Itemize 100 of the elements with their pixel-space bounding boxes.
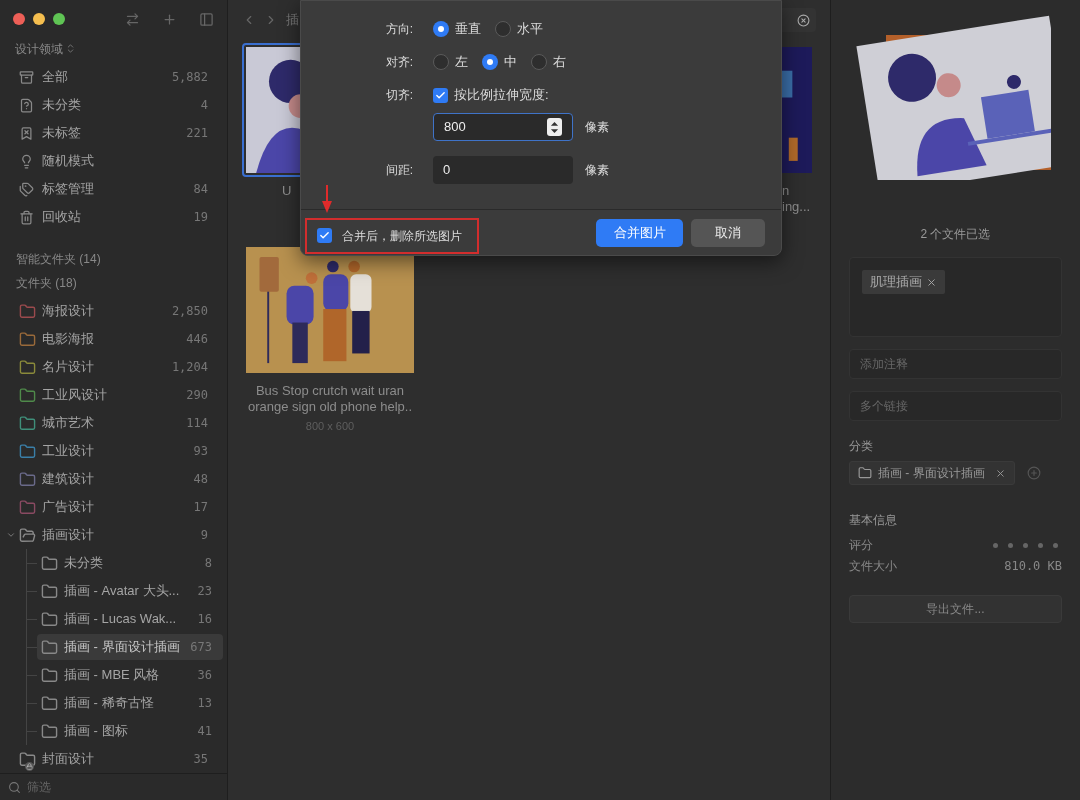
folder-icon [41, 638, 58, 656]
tags-box[interactable]: 肌理插画 [849, 257, 1062, 337]
link-field[interactable]: 多个链接 [849, 391, 1062, 421]
check-icon [319, 230, 330, 241]
radio-button[interactable] [433, 21, 449, 37]
item-count: 221 [186, 125, 208, 143]
radio-label[interactable]: 中 [504, 52, 517, 72]
info-label: 文件大小 [849, 558, 897, 575]
remove-icon[interactable] [926, 276, 937, 288]
checkbox-label[interactable]: 按比例拉伸宽度: [454, 85, 549, 105]
section-header[interactable]: 文件夹 (18) [0, 271, 93, 296]
category-chip[interactable]: 插画 - 界面设计插画 [849, 461, 1015, 485]
item-count: 673 [190, 639, 212, 657]
tag-chip[interactable]: 肌理插画 [862, 270, 945, 294]
minimize-window-icon[interactable] [33, 13, 45, 26]
item-count: 93 [193, 443, 208, 461]
folder-item[interactable]: 名片设计 [42, 357, 94, 377]
folder-item[interactable]: 插画 - Avatar 大头... [64, 581, 180, 601]
folder-icon [41, 666, 58, 684]
filter-field[interactable]: 筛选 [27, 778, 207, 797]
file-size: 810.0 KB [1004, 558, 1062, 575]
folder-icon [41, 554, 58, 572]
radio-label[interactable]: 左 [455, 52, 468, 72]
folder-item[interactable]: 插画 - 界面设计插画 [64, 637, 180, 657]
export-button[interactable]: 导出文件... [849, 595, 1062, 623]
radio-button[interactable] [433, 54, 449, 70]
radio-button[interactable] [531, 54, 547, 70]
image-caption: n [782, 183, 790, 199]
item-count: 290 [186, 387, 208, 405]
width-input[interactable]: 800 [433, 113, 573, 141]
item-count: 36 [197, 667, 212, 685]
radio-label[interactable]: 垂直 [455, 19, 481, 39]
checkbox[interactable] [433, 87, 448, 103]
clear-icon[interactable] [797, 13, 810, 27]
trash-icon [19, 209, 34, 225]
radio-label[interactable]: 右 [553, 52, 566, 72]
unit-label: 像素 [585, 119, 609, 136]
chevron-updown-icon[interactable] [65, 43, 76, 55]
folder-item[interactable]: 广告设计 [42, 497, 94, 517]
remove-icon[interactable] [994, 467, 1006, 479]
radio-button[interactable] [495, 21, 511, 37]
folder-item[interactable]: 插画 - 稀奇古怪 [64, 693, 154, 713]
checkbox-label[interactable]: 合并后，删除所选图片 [342, 226, 462, 245]
item-count: 1,204 [171, 359, 208, 377]
checkbox[interactable] [317, 228, 332, 243]
item-count: 13 [197, 695, 212, 713]
folder-item[interactable]: 插画 - MBE 风格 [64, 665, 160, 685]
section-heading: 分类 [849, 438, 874, 455]
section-header[interactable]: 智能文件夹 (14) [0, 247, 117, 272]
folder-item[interactable]: 插画 - Lucas Wak... [64, 609, 177, 629]
merge-button[interactable]: 合并图片 [596, 218, 683, 247]
folder-item[interactable]: 城市艺术 [42, 413, 94, 433]
item-count: 41 [197, 723, 212, 741]
folder-icon [41, 610, 58, 628]
field-label: 对齐: [385, 55, 413, 69]
stepper-icon[interactable] [547, 118, 562, 136]
annotation-arrow [321, 185, 333, 213]
lock-icon [25, 761, 34, 771]
question-icon [19, 97, 34, 113]
folder-icon [41, 694, 58, 712]
radio-label[interactable]: 水平 [517, 19, 543, 39]
field-label: 切齐: [385, 88, 413, 102]
item-count: 16 [197, 611, 212, 629]
radio-button[interactable] [482, 54, 498, 70]
nav-item[interactable]: 标签管理 [42, 179, 94, 199]
folder-item[interactable]: 工业设计 [42, 441, 94, 461]
folder-item[interactable]: 电影海报 [42, 329, 94, 349]
swap-arrows-icon[interactable] [125, 11, 140, 27]
search-icon [8, 780, 21, 794]
folder-item[interactable]: 海报设计 [42, 301, 94, 321]
tag-icon [19, 181, 34, 197]
image-caption: orange sign old phone help.. [247, 399, 413, 415]
library-name[interactable]: 设计领域 [15, 39, 63, 58]
field-label: 间距: [385, 163, 413, 177]
nav-item[interactable]: 随机模式 [42, 151, 94, 171]
maximize-window-icon[interactable] [53, 13, 65, 26]
close-window-icon[interactable] [13, 13, 25, 26]
folder-item[interactable]: 插画 - 图标 [64, 721, 128, 741]
item-count: 446 [186, 331, 208, 349]
item-count: 114 [186, 415, 208, 433]
folder-item[interactable]: 封面设计 [42, 749, 94, 769]
folder-item[interactable]: 插画设计 [42, 525, 94, 545]
cancel-button[interactable]: 取消 [691, 218, 765, 247]
folder-item[interactable]: 未分类 [64, 553, 103, 573]
spacing-input[interactable]: 0 [433, 156, 573, 184]
image-caption: Bus Stop crutch wait uran [255, 383, 405, 399]
nav-item[interactable]: 未标签 [42, 123, 81, 143]
folder-item[interactable]: 工业风设计 [42, 385, 107, 405]
sidebar-toggle-icon[interactable] [199, 11, 214, 27]
item-count: 48 [193, 471, 208, 489]
nav-item[interactable]: 全部 [42, 67, 68, 87]
folder-item[interactable]: 建筑设计 [42, 469, 94, 489]
info-label: 评分 [849, 537, 873, 554]
add-icon[interactable] [162, 11, 177, 27]
item-count: 23 [197, 583, 212, 601]
nav-item[interactable]: 未分类 [42, 95, 81, 115]
item-count: 17 [193, 499, 208, 517]
folder-icon [41, 722, 58, 740]
archive-icon [19, 69, 34, 85]
nav-item[interactable]: 回收站 [42, 207, 81, 227]
